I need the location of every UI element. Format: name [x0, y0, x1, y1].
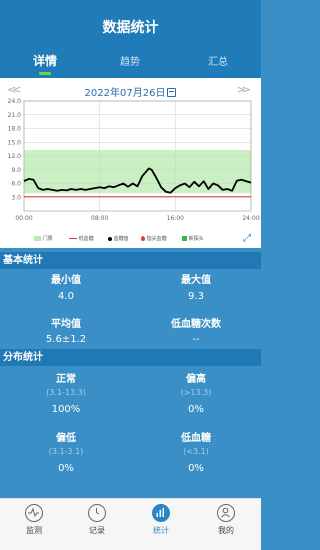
hypo-range: (<3.1): [183, 447, 209, 456]
bar-chart-icon: [152, 504, 170, 522]
heartbeat-icon: [25, 504, 43, 522]
legend-hypoglycemia: 低血糖: [69, 235, 94, 242]
x-tick-label: 16:00: [167, 215, 184, 222]
low-range: (3.1-3.1): [48, 447, 84, 456]
nav-statistics[interactable]: 统计: [136, 504, 186, 536]
tab-bar: 详情 趋势 汇总: [0, 53, 261, 77]
y-tick-label: 21.0: [8, 112, 22, 119]
nav-records[interactable]: 记录: [72, 504, 122, 536]
legend-fingertip-glucose: 指尖血糖: [141, 235, 167, 242]
normal-label: 正常: [56, 374, 76, 385]
low-count-label: 低血糖次数: [171, 319, 221, 330]
high-range: (>13.3): [180, 388, 212, 397]
app-header: 数据统计 详情 趋势 汇总: [0, 0, 261, 78]
hypo-label: 低血糖: [181, 433, 211, 444]
y-tick-label: 18.0: [8, 126, 22, 133]
y-tick-label: 24.0: [8, 98, 22, 105]
nav-profile[interactable]: 我的: [201, 504, 251, 536]
chart-card: << 2022年07月26日 >> 24.0 21.0 18.0 15.0 12.0 9.…: [0, 78, 261, 248]
high-value: 0%: [188, 404, 204, 415]
low-value: 0%: [58, 463, 74, 474]
normal-range: (3.1-13.3): [46, 388, 86, 397]
tab-summary[interactable]: 汇总: [188, 53, 248, 68]
glucose-line-chart: 24.0 21.0 18.0 15.0 12.0 9.0 6.0 3.0 00:00 08:00 1…: [8, 98, 260, 222]
bottom-nav: 监测 记录 统计 我的: [0, 498, 261, 550]
x-tick-label: 08:00: [91, 215, 108, 222]
hypo-value: 0%: [188, 463, 204, 474]
expand-icon[interactable]: ⤢: [243, 233, 251, 244]
y-tick-label: 9.0: [11, 167, 21, 174]
x-tick-label: 24:00: [242, 215, 259, 222]
distribution-title: 分布统计: [0, 349, 261, 366]
low-label: 偏低: [56, 433, 76, 444]
blood-drop-icon: [141, 236, 145, 241]
normal-value: 100%: [51, 404, 81, 415]
avg-label: 平均值: [51, 319, 81, 330]
y-tick-label: 12.0: [8, 153, 22, 160]
basic-stats-title: 基本统计: [0, 252, 261, 269]
x-tick-label: 00:00: [15, 215, 32, 222]
y-tick-label: 3.0: [11, 194, 21, 201]
min-label: 最小值: [51, 275, 81, 286]
legend-threshold: 门限: [34, 235, 53, 242]
tab-details[interactable]: 详情: [15, 52, 75, 69]
user-icon: [217, 504, 235, 522]
active-tab-indicator: [39, 72, 51, 75]
double-chevron-right-icon[interactable]: >>: [237, 83, 252, 96]
max-value: 9.3: [188, 291, 204, 302]
y-tick-label: 15.0: [8, 139, 22, 146]
low-count-value: --: [192, 334, 200, 345]
page-title: 数据统计: [102, 20, 159, 36]
tab-trend[interactable]: 趋势: [100, 53, 160, 68]
legend-new-sensor: 新探头: [182, 235, 204, 242]
max-label: 最大值: [181, 275, 211, 286]
legend-glucose-value: 血糖值: [108, 235, 129, 242]
high-label: 偏高: [186, 374, 206, 385]
avg-value: 5.6±1.2: [45, 334, 87, 345]
nav-monitor[interactable]: 监测: [9, 504, 59, 536]
min-value: 4.0: [58, 291, 74, 302]
y-tick-label: 6.0: [11, 181, 21, 188]
clock-icon: [88, 504, 106, 522]
